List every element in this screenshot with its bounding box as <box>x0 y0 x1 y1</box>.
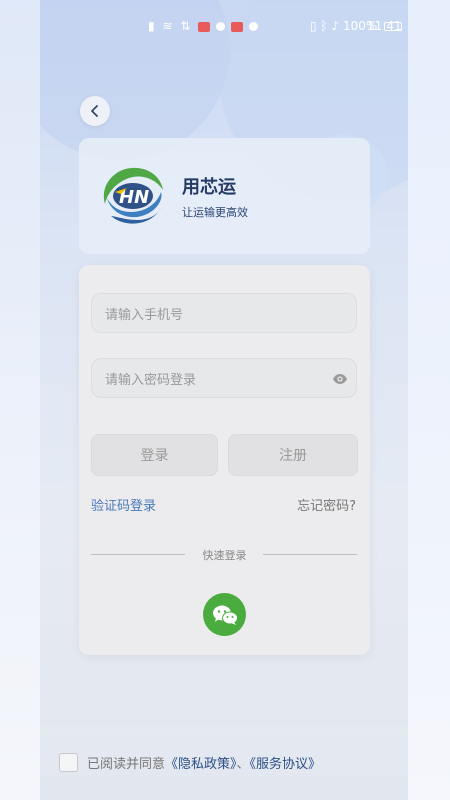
chevron-left-icon <box>91 105 98 117</box>
sim-icon: ▮ <box>148 19 157 33</box>
divider <box>263 554 357 555</box>
status-icons: ▮ ≋ ⇅ <box>148 19 258 33</box>
service-agreement-link[interactable]: 《服务协议》 <box>250 757 322 772</box>
status-bar: ▮ ≋ ⇅ ▯ ᛒ ♪ 100% 11:41 <box>40 14 408 38</box>
network-icon: ⇅ <box>180 19 193 33</box>
agreement-separator: 、 <box>236 757 250 772</box>
notification-icon <box>198 21 211 32</box>
notification-icon <box>230 21 243 32</box>
wifi-icon: ≋ <box>162 19 175 33</box>
phone-input[interactable]: 请输入手机号 <box>91 293 357 333</box>
notification-icon <box>216 22 226 31</box>
forgot-password-link[interactable]: 忘记密码? <box>297 495 356 514</box>
password-placeholder: 请输入密码登录 <box>105 372 197 388</box>
agreement-bar: 已阅读并同意《隐私政策》、《服务协议》 <box>40 725 408 800</box>
login-button[interactable]: 登录 <box>91 434 218 476</box>
mute-icon: ♪ <box>331 19 340 33</box>
app-slogan: 让运输更高效 <box>182 206 248 219</box>
agreement-checkbox[interactable] <box>59 753 78 772</box>
wechat-icon <box>212 605 238 625</box>
eye-icon[interactable] <box>332 371 348 387</box>
right-margin <box>408 0 450 800</box>
notification-icon <box>248 22 258 31</box>
bluetooth-icon: ᛒ <box>320 19 328 33</box>
vibrate-icon: ▯ <box>310 19 317 33</box>
register-button[interactable]: 注册 <box>228 434 358 476</box>
phone-placeholder: 请输入手机号 <box>105 307 184 323</box>
quick-login-label: 快速登录 <box>202 549 247 562</box>
wechat-login-button[interactable] <box>203 593 246 636</box>
app-name: 用芯运 <box>182 177 236 198</box>
password-input[interactable]: 请输入密码登录 <box>91 358 357 398</box>
clock: 11:41 <box>367 19 402 33</box>
back-button[interactable] <box>80 96 110 126</box>
privacy-policy-link[interactable]: 《隐私政策》 <box>165 757 237 772</box>
sms-login-link[interactable]: 验证码登录 <box>91 495 156 514</box>
left-margin <box>0 0 40 800</box>
brand-card: HN 用芯运 让运输更高效 <box>79 138 370 254</box>
app-logo: HN <box>103 167 163 224</box>
agreement-text: 已阅读并同意《隐私政策》、《服务协议》 <box>87 753 321 772</box>
app-screen: ▮ ≋ ⇅ ▯ ᛒ ♪ 100% 11:41 HN 用芯运 让运输更高效 请输入… <box>40 0 408 800</box>
login-card: 请输入手机号 请输入密码登录 登录 注册 验证码登录 忘记密码? 快速登录 <box>79 265 370 655</box>
agreement-prefix: 已阅读并同意 <box>87 757 166 772</box>
